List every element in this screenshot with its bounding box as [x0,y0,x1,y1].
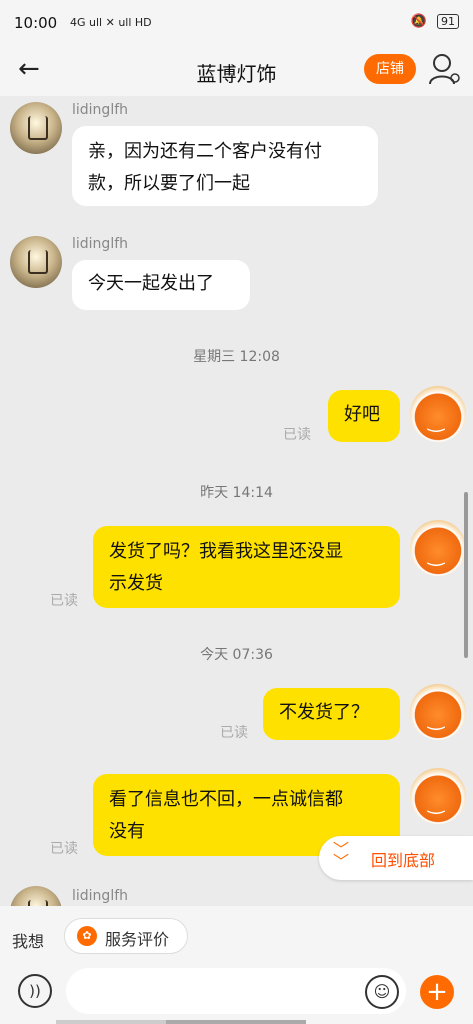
chat-timestamp: 昨天 14:14 [200,485,273,501]
chat-timestamp: 今天 07:36 [200,647,273,663]
sent-message-bubble[interactable]: 发货了吗？我看我这里还没显 示发货 [93,526,400,608]
shop-avatar[interactable] [10,102,62,154]
message-line: 今天一起发出了 [88,273,214,294]
received-message-bubble[interactable]: 今天一起发出了 [72,260,250,310]
message-line: 发货了吗？我看我这里还没显 [109,541,343,562]
message-line: 款，所以要了们一起 [88,173,250,194]
chat-header: ← 蓝博灯饰 店铺 [0,44,473,96]
service-review-label: 服务评价 [105,930,170,949]
shop-avatar[interactable] [10,236,62,288]
shop-button[interactable]: 店铺 [364,54,416,84]
quick-action-bar: 我想 ✿ 服务评价 [0,906,473,966]
emoji-icon[interactable]: ☺ [365,975,399,1009]
message-input[interactable] [66,968,406,1014]
quick-bar-label: 我想 [12,932,45,951]
sender-nickname: lidinglfh [72,102,129,118]
mute-icon: 🔕 [410,14,427,29]
home-indicator [56,1020,166,1024]
message-line: 不发货了？ [279,702,369,723]
sent-message-bubble[interactable]: 好吧 [328,390,400,442]
plus-icon[interactable]: + [420,975,454,1009]
sent-message-bubble[interactable]: 不发货了？ [263,688,400,740]
sender-nickname: lidinglfh [72,236,129,252]
jump-to-bottom-label: 回到底部 [371,851,436,870]
read-status: 已读 [50,593,78,609]
user-avatar[interactable] [410,684,466,740]
input-bar: )) ☺ + [0,966,473,1024]
battery-indicator: 91 [437,14,459,29]
jump-to-bottom-button[interactable]: ﹀ ﹀ 回到底部 [319,836,473,880]
received-message-bubble[interactable]: 亲，因为还有二个客户没有付 款，所以要了们一起 [72,126,378,206]
person-settings-icon[interactable] [428,52,460,86]
read-status: 已读 [283,427,311,443]
read-status: 已读 [220,725,248,741]
message-line: 示发货 [109,573,163,594]
status-bar: 10:00 4G ull ✕ ull HD 🔕 91 [0,0,473,44]
double-chevron-down-icon: ﹀ ﹀ [333,840,350,871]
status-time: 10:00 [14,14,58,32]
read-status: 已读 [50,841,78,857]
status-right: 🔕 91 [411,14,459,29]
message-line: 看了信息也不回，一点诚信都 [109,789,343,810]
voice-input-icon[interactable]: )) [18,974,52,1008]
message-line: 亲，因为还有二个客户没有付 [88,141,322,162]
message-line: 好吧 [344,404,380,425]
chat-area[interactable]: lidinglfh 亲，因为还有二个客户没有付 款，所以要了们一起 liding… [0,96,473,906]
user-avatar[interactable] [410,768,466,824]
shop-avatar[interactable] [10,886,62,906]
network-indicator: 4G ull ✕ ull HD [70,16,152,29]
sender-nickname: lidinglfh [72,888,129,904]
service-review-button[interactable]: ✿ 服务评价 [64,918,188,954]
chat-scrollbar[interactable] [464,492,468,658]
user-avatar[interactable] [410,386,466,442]
flower-icon: ✿ [77,926,97,946]
chat-timestamp: 星期三 12:08 [193,349,280,365]
user-avatar[interactable] [410,520,466,576]
home-indicator-active [166,1020,306,1024]
